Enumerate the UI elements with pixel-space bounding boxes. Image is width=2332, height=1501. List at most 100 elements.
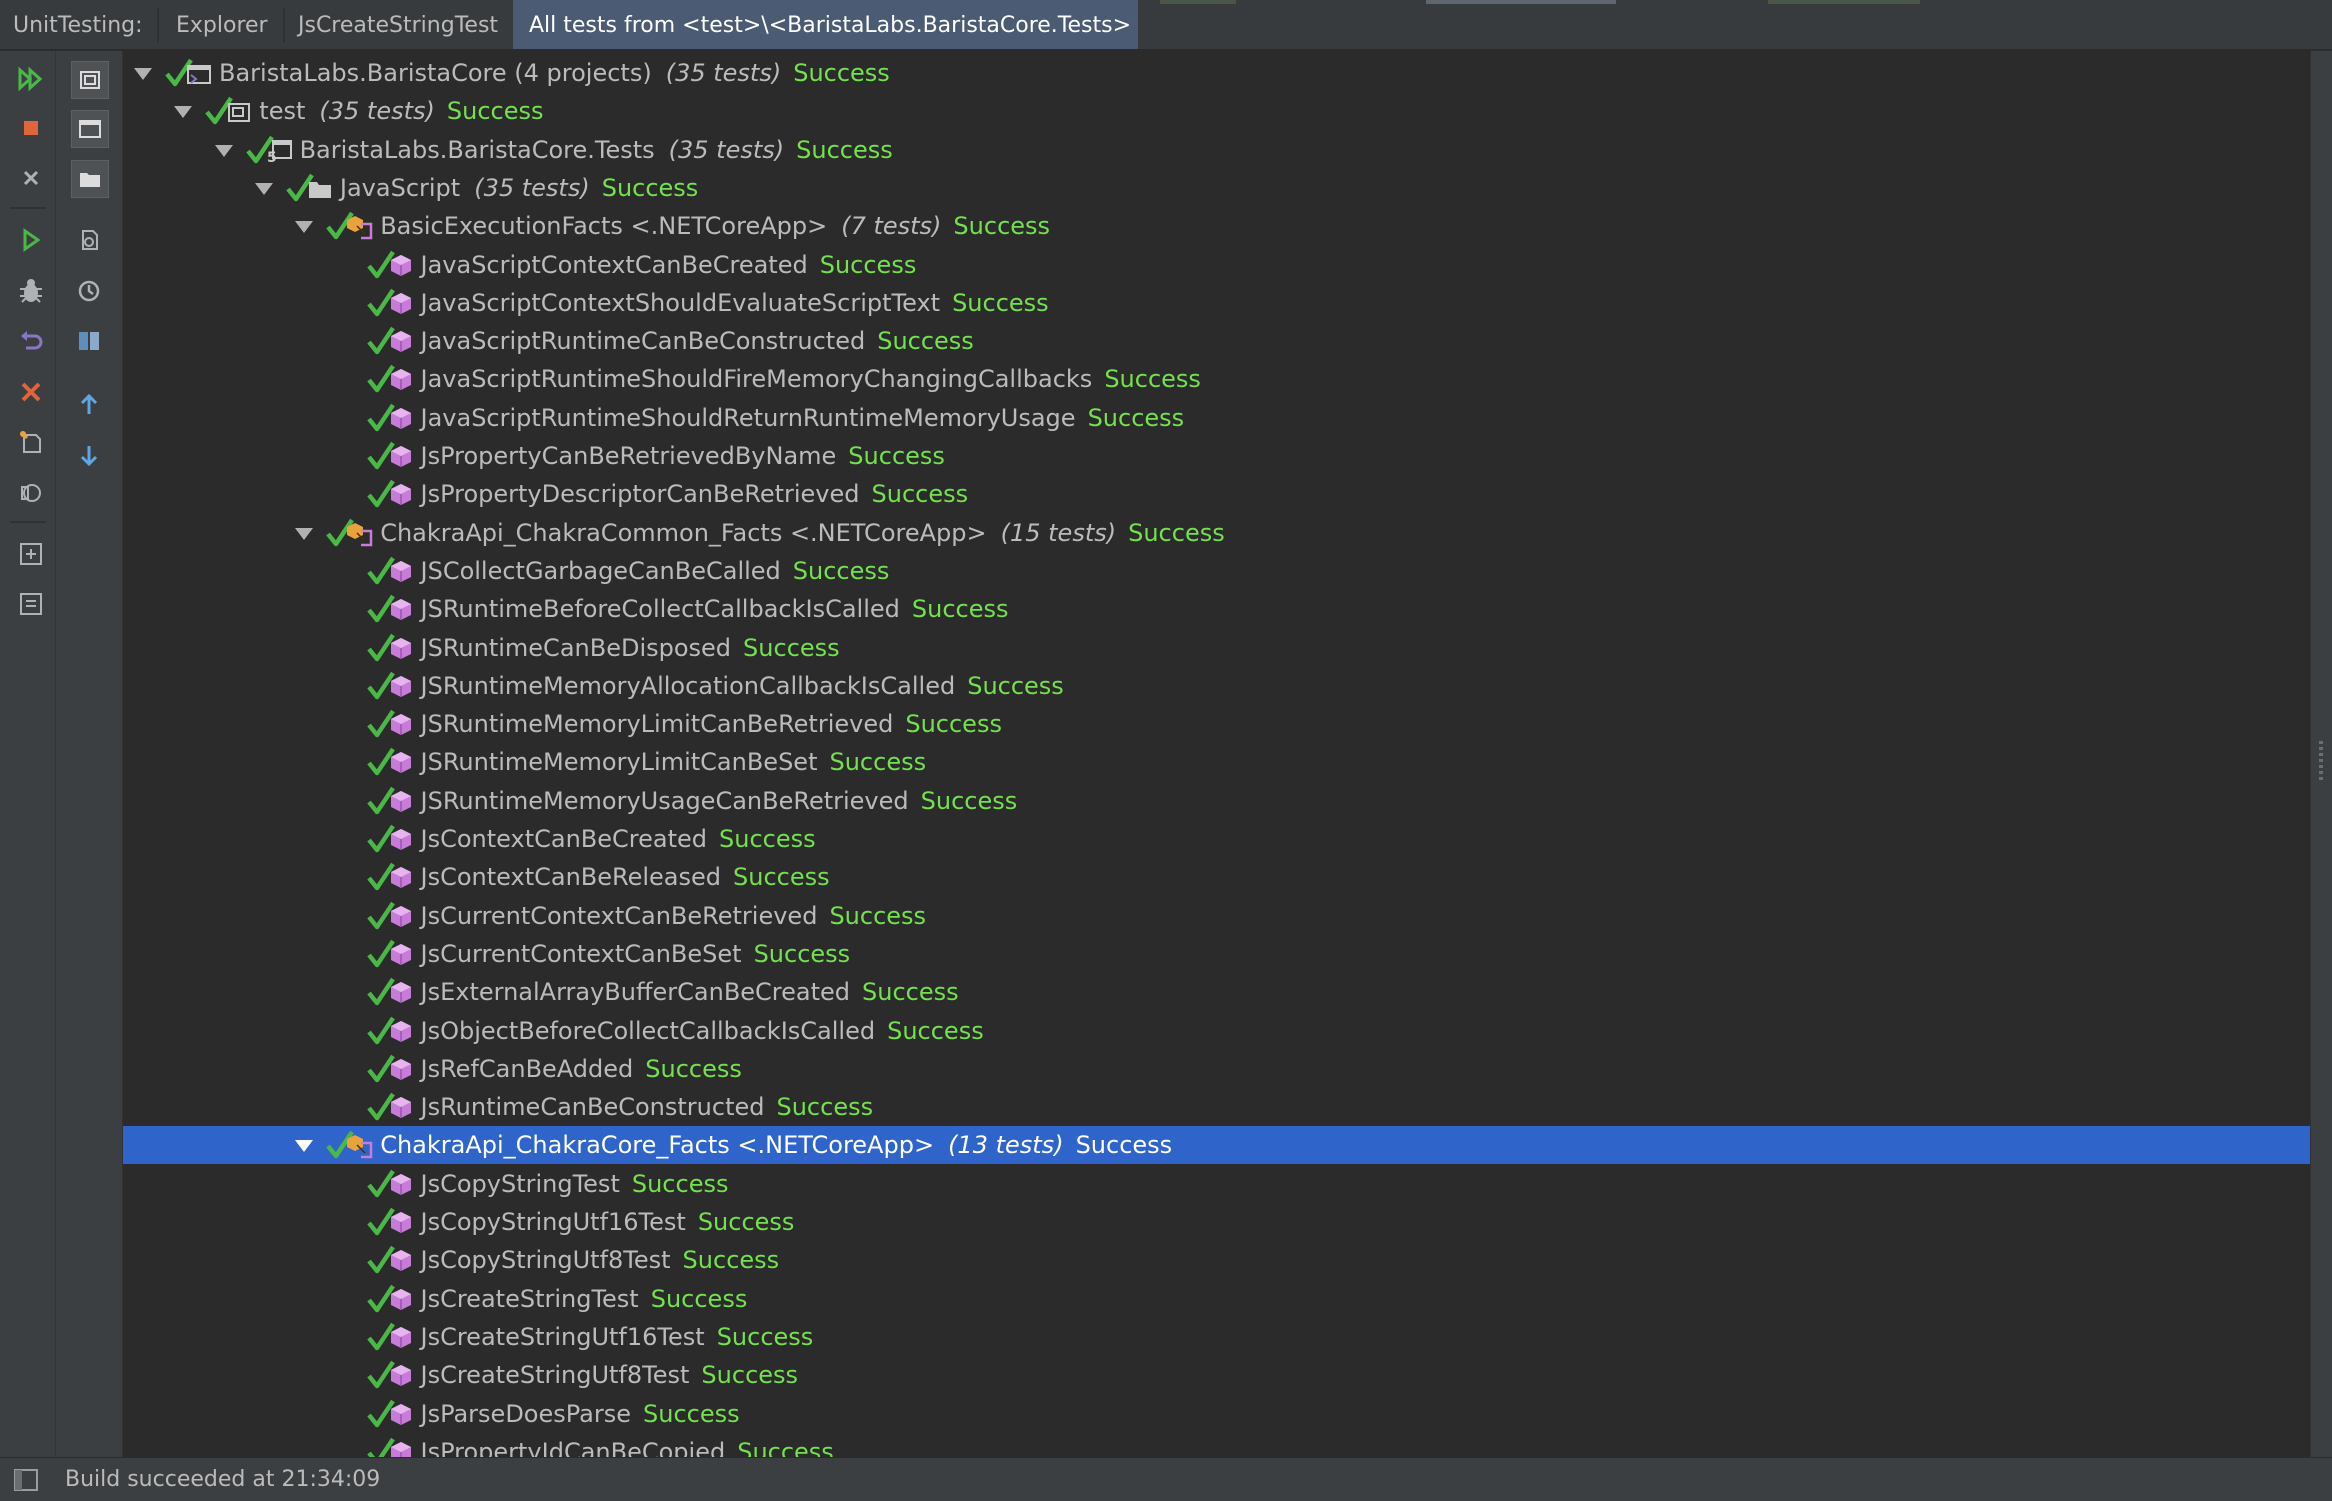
run-icon[interactable] — [13, 222, 49, 258]
test-row[interactable]: JSRuntimeCanBeDisposed Success — [123, 629, 2310, 667]
folder-row[interactable]: JavaScript (35 tests) Success — [123, 169, 2310, 207]
project-row[interactable]: 5 BaristaLabs.BaristaCore.Tests (35 tests)… — [123, 131, 2310, 169]
next-arrow-icon[interactable] — [71, 437, 107, 473]
status-text: Success — [905, 710, 1002, 739]
test-row[interactable]: JsPropertyDescriptorCanBeRetrieved Succes… — [123, 475, 2310, 513]
node-label: JavaScriptRuntimeCanBeConstructed Success — [421, 322, 974, 360]
test-row[interactable]: JsParseDoesParse Success — [123, 1395, 2310, 1433]
node-label: BaristaLabs.BaristaCore.Tests (35 tests) S… — [300, 131, 893, 169]
test-row[interactable]: JSRuntimeMemoryLimitCanBeSet Success — [123, 743, 2310, 781]
test-row[interactable]: JSRuntimeMemoryAllocationCallbackIsCalle… — [123, 667, 2310, 705]
scrollbar-grip[interactable] — [2319, 741, 2323, 781]
expand-arrow-icon[interactable] — [254, 169, 274, 207]
expand-arrow-icon[interactable] — [294, 1126, 314, 1164]
test-row[interactable]: JSRuntimeBeforeCollectCallbackIsCalled Su… — [123, 590, 2310, 628]
history-icon[interactable] — [71, 273, 107, 309]
debug-icon[interactable] — [13, 273, 49, 309]
test-row[interactable]: JsContextCanBeCreated Success — [123, 820, 2310, 858]
node-name: JavaScriptRuntimeShouldFireMemoryChangin… — [420, 365, 1093, 394]
expand-arrow-icon[interactable] — [133, 54, 153, 92]
status-text: Success — [848, 442, 945, 470]
folder-solution-icon — [225, 98, 253, 124]
test-row[interactable]: JavaScriptRuntimeShouldReturnRuntimeMemo… — [123, 399, 2310, 437]
test-icon — [387, 826, 415, 852]
new-session-icon[interactable] — [13, 424, 49, 460]
node-name: JsCopyStringUtf16Test — [420, 1208, 686, 1236]
test-icon — [387, 1362, 415, 1388]
tab-explorer[interactable]: Explorer — [176, 0, 268, 49]
test-row[interactable]: JsCreateStringUtf8Test Success — [123, 1356, 2310, 1394]
unit-test-tree[interactable]: BaristaLabs.BaristaCore (4 projects) (35 … — [123, 51, 2310, 1457]
close-icon[interactable] — [13, 160, 49, 196]
node-name: JavaScriptContextShouldEvaluateScriptTex… — [420, 288, 941, 317]
expand-arrow-icon[interactable] — [294, 207, 314, 245]
export-icon[interactable] — [71, 222, 107, 258]
expand-arrow-icon[interactable] — [294, 514, 314, 552]
test-row[interactable]: JSCollectGarbageCanBeCalled Success — [123, 552, 2310, 590]
tab-jscreatestringtest[interactable]: JsCreateStringTest — [298, 0, 498, 49]
cover-icon[interactable] — [13, 474, 49, 510]
window-icon[interactable] — [71, 110, 109, 148]
status-text: Success — [650, 1284, 748, 1313]
test-row[interactable]: JsExternalArrayBufferCanBeCreated Success — [123, 973, 2310, 1011]
test-row[interactable]: JSRuntimeMemoryLimitCanBeRetrieved Succes… — [123, 705, 2310, 743]
stop-icon[interactable] — [13, 110, 49, 146]
test-row[interactable]: JsCopyStringUtf8Test Success — [123, 1241, 2310, 1279]
test-row[interactable]: JsCreateStringTest Success — [123, 1280, 2310, 1318]
fixture-row[interactable]: ChakraApi_ChakraCommon_Facts <.NETCoreAp… — [123, 514, 2310, 552]
node-name: BasicExecutionFacts <.NETCoreApp> — [380, 212, 828, 241]
node-label: JsRuntimeCanBeConstructed Success — [421, 1088, 874, 1126]
test-row[interactable]: JsObjectBeforeCollectCallbackIsCalled Suc… — [123, 1012, 2310, 1050]
test-row[interactable]: JavaScriptContextCanBeCreated Success — [123, 246, 2310, 284]
status-text: Success — [887, 1016, 984, 1045]
expand-arrow-icon[interactable] — [214, 131, 234, 169]
status-bar: Build succeeded at 21:34:09 — [0, 1457, 2332, 1500]
test-row[interactable]: JsCopyStringUtf16Test Success — [123, 1203, 2310, 1241]
test-row[interactable]: JSRuntimeMemoryUsageCanBeRetrieved Succes… — [123, 782, 2310, 820]
test-row[interactable]: JsRuntimeCanBeConstructed Success — [123, 1088, 2310, 1126]
test-row[interactable]: JavaScriptRuntimeCanBeConstructed Success — [123, 322, 2310, 360]
vertical-scrollbar[interactable] — [2310, 51, 2332, 1457]
test-row[interactable]: JsContextCanBeReleased Success — [123, 858, 2310, 896]
node-name: JSRuntimeMemoryAllocationCallbackIsCalle… — [420, 671, 956, 700]
rerun-icon[interactable] — [13, 323, 49, 359]
delete-icon[interactable] — [13, 374, 49, 410]
test-row[interactable]: JsPropertyIdCanBeCopied Success — [123, 1433, 2310, 1457]
test-row[interactable]: JsPropertyCanBeRetrievedByName Success — [123, 437, 2310, 475]
test-row[interactable]: JsCurrentContextCanBeSet Success — [123, 935, 2310, 973]
folder-view-icon[interactable] — [71, 160, 109, 198]
fixture-row[interactable]: ChakraApi_ChakraCore_Facts <.NETCoreApp>… — [123, 1126, 2310, 1165]
run-all-icon[interactable] — [13, 61, 49, 97]
status-text: Success — [719, 825, 816, 853]
test-row[interactable]: JsRefCanBeAdded Success — [123, 1050, 2310, 1088]
test-icon — [387, 1209, 415, 1235]
fixture-row[interactable]: BasicExecutionFacts <.NETCoreApp> (7 test… — [123, 207, 2310, 245]
test-row[interactable]: JavaScriptRuntimeShouldFireMemoryChangin… — [123, 360, 2310, 398]
expand-arrow-icon[interactable] — [173, 92, 193, 130]
status-text: Success — [862, 978, 959, 1007]
node-label: BaristaLabs.BaristaCore (4 projects) (35 … — [219, 54, 890, 92]
test-row[interactable]: JsCurrentContextCanBeRetrieved Success — [123, 897, 2310, 935]
previous-arrow-icon[interactable] — [71, 387, 107, 423]
node-label: JsContextCanBeReleased Success — [421, 858, 830, 896]
test-icon — [387, 405, 415, 431]
toolbar-separator — [10, 207, 46, 209]
tab-all-tests[interactable]: All tests from <test>\<BaristaLabs.Baris… — [513, 0, 1138, 49]
collapse-all-icon[interactable] — [13, 586, 49, 622]
node-label: JsParseDoesParse Success — [421, 1395, 740, 1433]
folder-solution-row[interactable]: test (35 tests) Success — [123, 92, 2310, 130]
node-label: JsObjectBeforeCollectCallbackIsCalled Suc… — [421, 1012, 984, 1050]
panel-toggle-icon[interactable] — [14, 1469, 38, 1491]
split-view-icon[interactable] — [71, 323, 107, 359]
expand-all-icon[interactable] — [13, 536, 49, 572]
test-count: (35 tests) — [665, 59, 782, 87]
solution-row[interactable]: BaristaLabs.BaristaCore (4 projects) (35 … — [123, 54, 2310, 92]
session-view-icon[interactable] — [71, 61, 109, 99]
node-name: JavaScript — [339, 173, 461, 202]
node-name: ChakraApi_ChakraCore_Facts <.NETCoreApp> — [380, 1131, 935, 1160]
test-row[interactable]: JsCreateStringUtf16Test Success — [123, 1318, 2310, 1356]
status-text: Success — [1128, 518, 1225, 547]
test-row[interactable]: JavaScriptContextShouldEvaluateScriptTex… — [123, 284, 2310, 322]
test-row[interactable]: JsCopyStringTest Success — [123, 1165, 2310, 1203]
node-label: JSRuntimeMemoryUsageCanBeRetrieved Succes… — [421, 782, 1018, 820]
